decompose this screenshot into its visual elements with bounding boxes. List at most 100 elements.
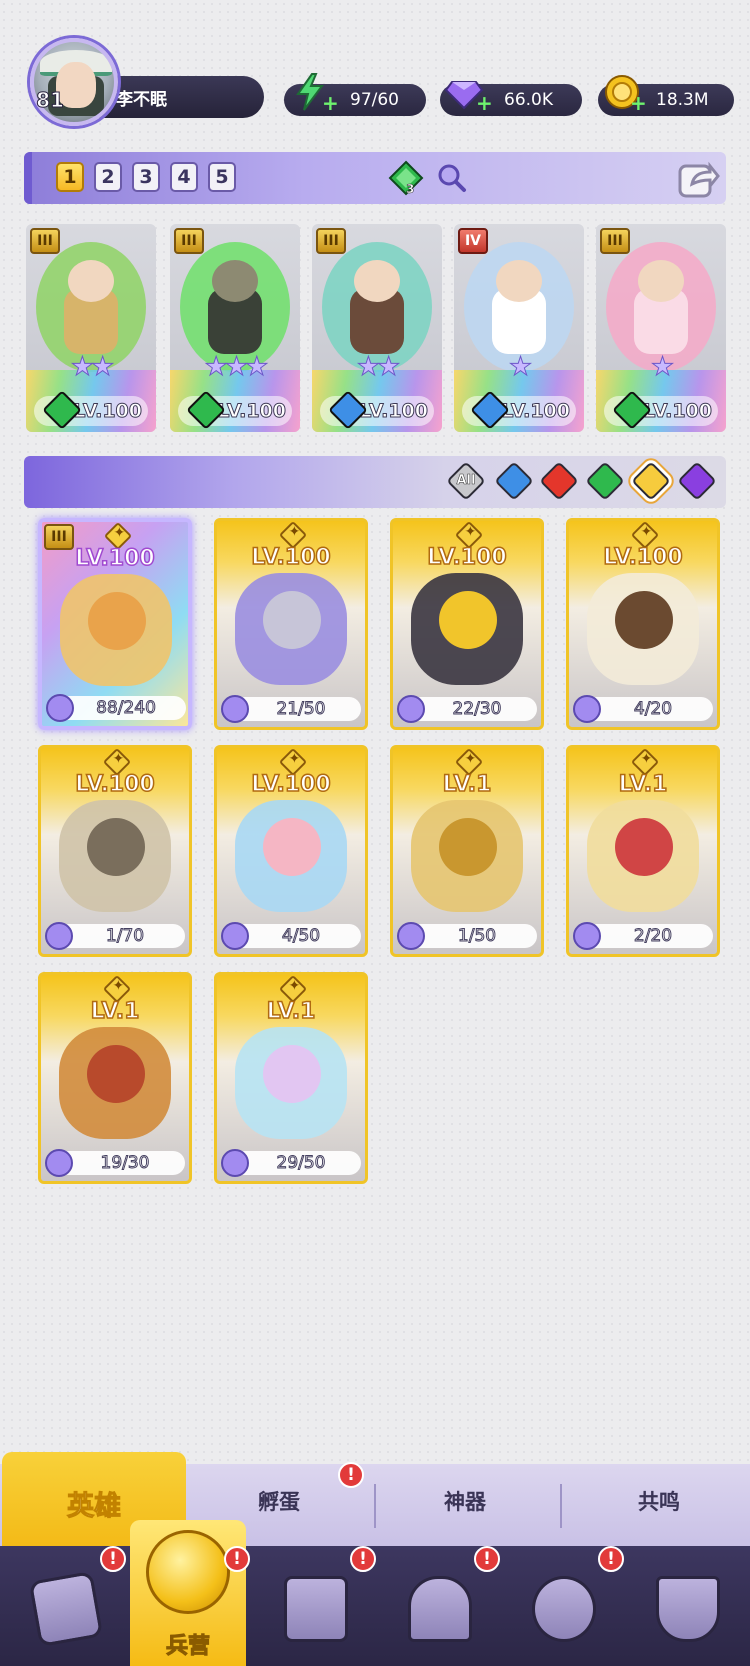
rank-badge: III [174,228,204,254]
collection-card-8[interactable]: LV.1 2/20 [566,745,720,957]
team-hero-card-1[interactable]: III ★★ LV.100 [26,224,156,432]
filter-fire-button[interactable] [539,461,579,501]
mushroom-icon [532,1576,596,1642]
collection-card-7[interactable]: LV.1 1/50 [390,745,544,957]
nav-guild-button[interactable] [636,1560,736,1660]
card-level: LV.100 [251,771,332,798]
card-level: LV.100 [75,545,156,572]
hero-art-detail [615,591,673,649]
map-icon [284,1576,348,1642]
player-avatar[interactable] [30,38,118,126]
tab-hatch-alert-badge: ! [338,1462,364,1488]
team-hero-card-4[interactable]: IV ★ LV.100 [454,224,584,432]
nature-element-icon [585,461,625,501]
team-bar [24,152,726,204]
search-icon[interactable] [436,162,468,194]
shard-icon [573,695,601,723]
gems-plus-icon[interactable]: + [476,93,493,113]
card-level: LV.100 [75,771,156,798]
shard-icon [45,922,73,950]
share-icon[interactable] [676,156,720,200]
filter-dark-button[interactable] [677,461,717,501]
team-tab-2[interactable]: 2 [94,162,122,192]
shard-icon [397,695,425,723]
hero-art-detail [88,592,146,650]
team-tab-1[interactable]: 1 [56,162,84,192]
nav-barracks-label: 兵营 [165,1634,210,1660]
collection-card-2[interactable]: LV.100 21/50 [214,518,368,730]
tab-resonance[interactable]: 共鸣 [638,1486,680,1516]
hero-head [638,260,684,302]
hero-art-detail [439,591,497,649]
collection-card-9[interactable]: LV.1 19/30 [38,972,192,1184]
hero-art-detail [439,818,497,876]
energy-value: 97/60 [350,90,399,110]
tab-hatch[interactable]: 孵蛋 [258,1486,300,1516]
hero-stars: ★ [508,352,532,383]
shard-icon [397,922,425,950]
card-level: LV.100 [251,544,332,571]
shard-icon [46,694,74,722]
hero-stars: ★★ [356,352,401,383]
collection-card-6[interactable]: LV.100 4/50 [214,745,368,957]
rank-badge: III [316,228,346,254]
element-gem-count: 3 [406,182,415,197]
hero-art-detail [87,1045,145,1103]
nav-map-alert-badge: ! [350,1546,376,1572]
team-tab-3[interactable]: 3 [132,162,160,192]
dark-element-icon [677,461,717,501]
team-hero-card-2[interactable]: III ★★★ LV.100 [170,224,300,432]
card-level: LV.1 [618,771,668,798]
energy-plus-icon[interactable]: + [322,93,339,113]
filter-light-button[interactable] [631,461,671,501]
nav-map-button[interactable] [264,1560,364,1660]
hero-stars: ★★ [70,352,115,383]
filter-water-button[interactable] [494,461,534,501]
nav-cards-alert-badge: ! [100,1546,126,1572]
nav-castle-button[interactable] [388,1560,488,1660]
team-tab-4[interactable]: 4 [170,162,198,192]
guild-banner-icon [656,1576,720,1642]
nav-summon-button[interactable] [512,1560,612,1660]
filter-all-button[interactable]: All [446,461,486,501]
filter-nature-button[interactable] [585,461,625,501]
team-hero-card-3[interactable]: III ★★ LV.100 [312,224,442,432]
team-tab-5[interactable]: 5 [208,162,236,192]
hero-art-detail [263,591,321,649]
collection-card-1[interactable]: III LV.100 88/240 [38,518,192,730]
hero-art-detail [87,818,145,876]
nav-cards-button[interactable] [14,1560,114,1660]
nav-barracks-alert-badge: ! [224,1546,250,1572]
gold-plus-icon[interactable]: + [630,93,647,113]
team-hero-card-5[interactable]: III ★ LV.100 [596,224,726,432]
card-level: LV.100 [427,544,508,571]
water-element-icon [494,461,534,501]
nav-summon-alert-badge: ! [598,1546,624,1572]
filter-all-label: All [456,473,476,489]
tab-heroes-label: 英雄 [67,1491,122,1523]
barracks-icon [146,1530,230,1614]
collection-card-10[interactable]: LV.1 29/50 [214,972,368,1184]
hero-stars: ★ [650,352,674,383]
hero-head [496,260,542,302]
shard-icon [221,922,249,950]
nav-castle-alert-badge: ! [474,1546,500,1572]
tab-artifacts[interactable]: 神器 [444,1486,486,1516]
card-level: LV.1 [266,998,316,1025]
shard-icon [221,1149,249,1177]
hero-head [212,260,258,302]
shard-icon [45,1149,73,1177]
collection-card-5[interactable]: LV.100 1/70 [38,745,192,957]
player-name: 李不眠 [116,90,167,110]
rank-badge: IV [458,228,488,254]
hero-art-detail [263,1045,321,1103]
gold-value: 18.3M [656,90,709,110]
light-element-icon [631,461,671,501]
tab-divider [374,1484,376,1528]
shard-icon [221,695,249,723]
collection-card-3[interactable]: LV.100 22/30 [390,518,544,730]
collection-card-4[interactable]: LV.100 4/20 [566,518,720,730]
hero-art-detail [615,818,673,876]
card-level: LV.1 [90,998,140,1025]
castle-icon [408,1576,472,1642]
